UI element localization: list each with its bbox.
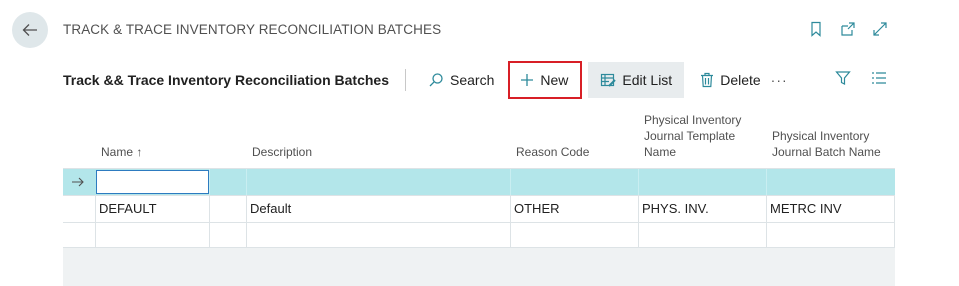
- filter-icon[interactable]: [835, 70, 851, 91]
- plus-icon: [521, 74, 534, 86]
- row-indicator: [63, 196, 95, 222]
- delete-button[interactable]: Delete: [692, 62, 768, 98]
- description-cell[interactable]: [246, 169, 510, 195]
- edit-list-button[interactable]: Edit List: [588, 62, 685, 98]
- batches-table: Name ↑ Description Reason Code Physical …: [63, 104, 895, 249]
- search-label: Search: [450, 72, 495, 88]
- table-cell: [209, 223, 246, 249]
- page-actions: [807, 20, 889, 38]
- reason-code-cell[interactable]: [510, 169, 638, 195]
- reason-code-cell[interactable]: OTHER: [510, 196, 638, 222]
- action-bar: Track && Trace Inventory Reconciliation …: [63, 61, 895, 99]
- more-options-button[interactable]: ···: [771, 72, 788, 88]
- table-cell: [209, 196, 246, 222]
- template-cell[interactable]: [638, 169, 766, 195]
- list-view-icon[interactable]: [871, 71, 887, 90]
- description-cell[interactable]: Default: [246, 196, 510, 222]
- edit-list-icon: [601, 73, 617, 87]
- name-input[interactable]: [96, 170, 209, 194]
- expand-icon[interactable]: [871, 20, 889, 38]
- table-cell: [209, 169, 246, 195]
- toolbar-divider: [405, 69, 407, 91]
- new-button[interactable]: New: [508, 61, 583, 99]
- row-indicator: [63, 169, 95, 195]
- column-header-description[interactable]: Description: [252, 144, 312, 160]
- bookmark-icon[interactable]: [807, 20, 825, 38]
- template-cell[interactable]: PHYS. INV.: [638, 196, 766, 222]
- edit-list-label: Edit List: [622, 72, 673, 88]
- batch-cell[interactable]: [766, 169, 895, 195]
- column-header-batch-name[interactable]: Physical Inventory Journal Batch Name: [772, 128, 892, 160]
- column-header-reason-code[interactable]: Reason Code: [516, 144, 589, 160]
- table-row[interactable]: [63, 222, 895, 249]
- list-tools: [835, 62, 895, 98]
- trash-icon: [701, 72, 714, 88]
- page-title: TRACK & TRACE INVENTORY RECONCILIATION B…: [63, 22, 442, 37]
- back-button[interactable]: [12, 12, 48, 48]
- template-cell[interactable]: [638, 223, 766, 249]
- name-cell[interactable]: [95, 223, 209, 249]
- delete-label: Delete: [720, 72, 761, 88]
- table-row[interactable]: DEFAULT Default OTHER PHYS. INV. METRC I…: [63, 195, 895, 222]
- row-indicator: [63, 223, 95, 249]
- reason-code-cell[interactable]: [510, 223, 638, 249]
- new-label: New: [540, 72, 569, 88]
- list-caption: Track && Trace Inventory Reconciliation …: [63, 72, 390, 88]
- list-empty-area: [63, 247, 895, 286]
- arrow-right-icon: [72, 177, 84, 187]
- description-cell[interactable]: [246, 223, 510, 249]
- batch-cell[interactable]: METRC INV: [766, 196, 895, 222]
- table-header: Name ↑ Description Reason Code Physical …: [63, 104, 895, 168]
- table-row[interactable]: [63, 168, 895, 195]
- search-icon: [429, 73, 443, 87]
- name-cell[interactable]: DEFAULT: [95, 196, 209, 222]
- search-button[interactable]: Search: [420, 62, 502, 98]
- column-header-template-name[interactable]: Physical Inventory Journal Template Name: [644, 112, 754, 160]
- batch-cell[interactable]: [766, 223, 895, 249]
- open-new-window-icon[interactable]: [839, 20, 857, 38]
- arrow-left-icon: [22, 24, 37, 36]
- column-header-name[interactable]: Name ↑: [101, 144, 142, 160]
